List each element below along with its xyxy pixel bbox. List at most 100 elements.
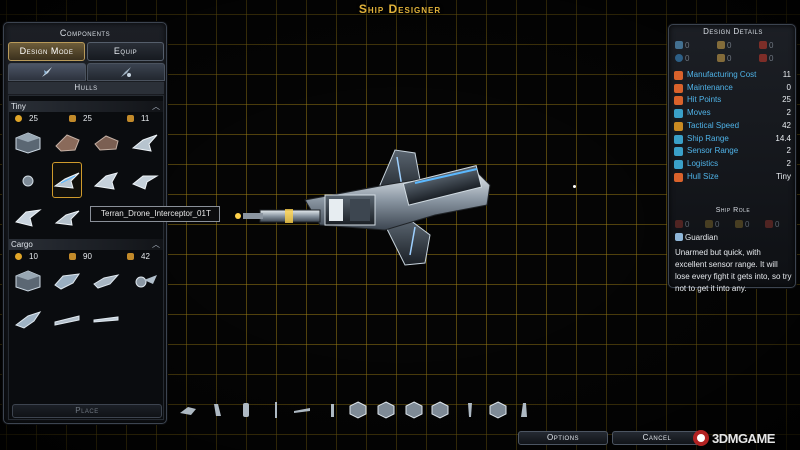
detail-label: Hit Points (687, 95, 722, 105)
component-icon (331, 404, 334, 417)
maintenance-icon (674, 83, 683, 93)
tactical-speed-icon (674, 121, 683, 131)
ship-hull-icon (131, 134, 158, 152)
hull-component-item[interactable] (376, 400, 396, 420)
hull-slot-cargo-4[interactable] (130, 266, 160, 296)
weapon-stats-row-2: 0 0 0 (675, 53, 793, 64)
hull-slot-tiny-5[interactable] (13, 166, 43, 196)
ship-hull-icon (93, 172, 119, 190)
freighter-hull-icon (93, 316, 119, 323)
detail-value: 2 (786, 108, 791, 118)
hull-slot-tiny-2[interactable] (52, 128, 82, 158)
detail-label: Moves (687, 108, 711, 118)
detail-row: Hull Size Tiny (673, 171, 793, 183)
hull-component-item[interactable] (322, 400, 342, 420)
options-button[interactable]: Options (518, 431, 608, 445)
detail-label: Hull Size (687, 171, 719, 181)
ship-hull-icon (54, 210, 80, 226)
hull-slot-tiny-10[interactable] (52, 202, 82, 232)
category-label: Cargo (11, 240, 33, 249)
component-icon (275, 402, 277, 418)
place-button[interactable]: Place (12, 404, 162, 418)
detail-label: Maintenance (687, 82, 733, 92)
weapon-stats-row-1: 0 0 0 (675, 40, 793, 51)
hull-subtab[interactable] (8, 63, 86, 81)
hull-slot-tiny-3[interactable] (91, 128, 121, 158)
hull-slot-cargo-crate[interactable] (13, 266, 43, 296)
hull-component-item[interactable] (514, 400, 534, 420)
interceptor-hull-icon (53, 172, 80, 189)
ship-role-values: 0 0 0 0 (675, 220, 793, 231)
cost-coin-icon (15, 115, 22, 122)
role-utility-icon (765, 220, 773, 228)
hull-tooltip: Terran_Drone_Interceptor_01T (90, 206, 220, 222)
component-icon (180, 407, 196, 415)
capacity-icon (69, 253, 76, 260)
detail-row: Tactical Speed 42 (673, 120, 793, 132)
hull-slot-tiny-8[interactable] (130, 166, 160, 196)
hull-slot-cargo-5[interactable] (13, 304, 43, 334)
ship-range-icon (674, 134, 683, 144)
component-icon (521, 403, 527, 417)
hull-component-item[interactable] (292, 400, 312, 420)
equip-tab[interactable]: Equip (87, 42, 164, 61)
freighter-hull-icon (93, 274, 120, 289)
detail-label: Ship Range (687, 133, 729, 143)
ship-role-name: Guardian (675, 233, 718, 242)
hull-slot-cargo-7[interactable] (91, 304, 121, 334)
hull-slot-crate[interactable] (13, 128, 43, 158)
ship-model[interactable] (225, 145, 525, 270)
ship-hull-icon (15, 209, 42, 227)
detail-row: Moves 2 (673, 107, 793, 119)
hull-component-item[interactable] (348, 400, 368, 420)
hull-slot-cargo-2[interactable] (52, 266, 82, 296)
logistics-icon (674, 159, 683, 169)
crate-hull-icon (15, 132, 41, 154)
collapse-chevron-icon[interactable]: ︿ (152, 101, 160, 112)
hull-component-item[interactable] (266, 400, 286, 420)
collapse-chevron-icon[interactable]: ︿ (152, 239, 160, 250)
component-icon (214, 404, 221, 416)
hull-component-item[interactable] (208, 400, 228, 420)
hull-slot-tiny-4[interactable] (130, 128, 160, 158)
detail-label: Logistics (687, 158, 719, 168)
category-tiny-stats: 25 25 11 (9, 113, 163, 124)
hull-slot-selected[interactable] (52, 162, 82, 198)
category-cargo-header[interactable]: Cargo ︿ (9, 239, 163, 250)
hull-component-item[interactable] (488, 400, 508, 420)
capacity-icon (69, 115, 76, 122)
component-icon (377, 401, 395, 419)
ship-role-header: Ship Role (715, 207, 751, 214)
hull-slot-cargo-6[interactable] (52, 304, 82, 334)
freighter-hull-icon (135, 275, 157, 288)
hull-component-item[interactable] (460, 400, 480, 420)
role-defense-icon (735, 220, 743, 228)
crate-hull-icon (15, 270, 41, 292)
component-icon (349, 401, 367, 419)
detail-value: 11 (782, 70, 791, 79)
hull-component-item[interactable] (178, 400, 198, 420)
cancel-button[interactable]: Cancel (612, 431, 702, 445)
shield-defense-icon (675, 54, 683, 62)
design-details-header: Design Details (703, 27, 763, 36)
module-ship-icon (121, 67, 131, 77)
category-tiny-header[interactable]: Tiny ︿ (9, 101, 163, 112)
freighter-hull-icon (14, 311, 42, 329)
hull-slot-tiny-9[interactable] (13, 202, 43, 232)
detail-row: Hit Points 25 (673, 94, 793, 106)
hull-component-strip (174, 398, 544, 422)
moves-icon (674, 109, 683, 119)
hull-component-item[interactable] (236, 400, 256, 420)
design-mode-tab[interactable]: Design Mode (8, 42, 85, 61)
watermark-logo: 3DMGAME (692, 427, 800, 449)
hull-component-item[interactable] (404, 400, 424, 420)
detail-row: Sensor Range 2 (673, 145, 793, 157)
hull-component-item[interactable] (430, 400, 450, 420)
module-subtab[interactable] (87, 63, 165, 81)
hull-slot-cargo-3[interactable] (91, 266, 121, 296)
ship-role-description: Unarmed but quick, with excellent sensor… (675, 248, 792, 293)
component-icon (489, 401, 507, 419)
hull-slot-tiny-7[interactable] (91, 166, 121, 196)
hulls-section-label: Hulls (8, 82, 164, 94)
speed-icon (127, 253, 134, 260)
